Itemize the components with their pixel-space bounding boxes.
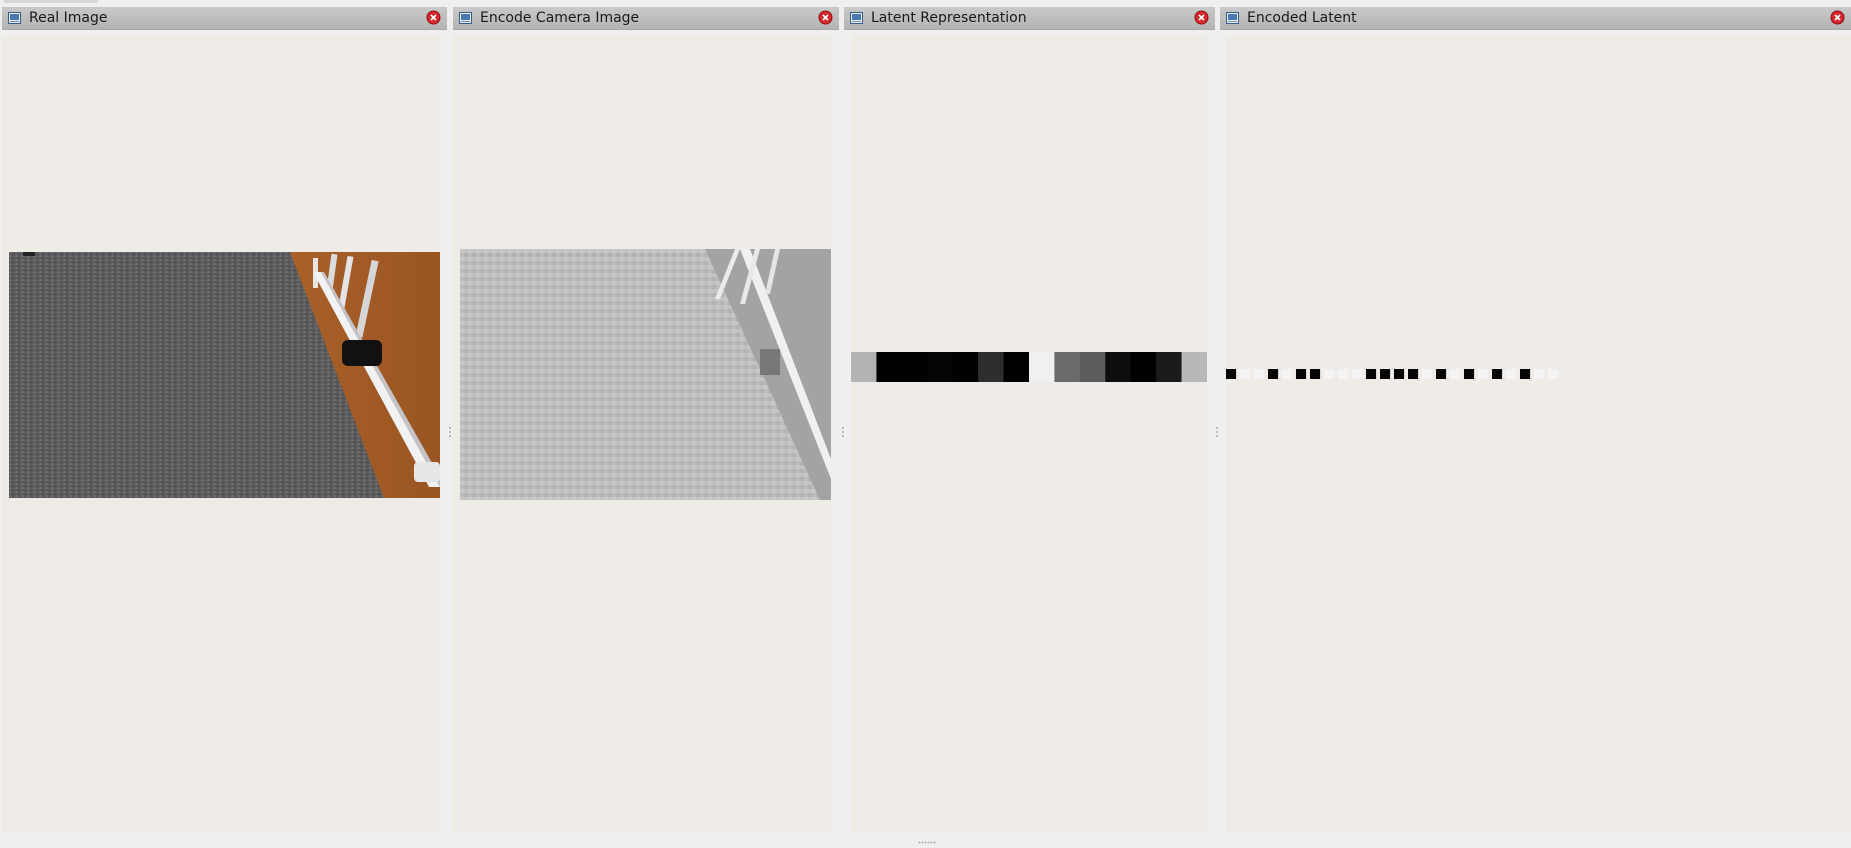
encoded-latent-strip [1226,369,1559,379]
close-icon[interactable] [818,10,833,25]
panel-titlebar[interactable]: Encode Camera Image [453,7,839,30]
encoded-cell [1324,369,1335,379]
image-view-area [453,35,831,832]
panel-titlebar[interactable]: Latent Representation [844,7,1215,30]
encoded-cell [1436,369,1447,379]
encoded-cell [1380,369,1391,379]
image-view-icon [8,12,21,24]
encoded-cell [1450,369,1461,379]
encoded-cell [1240,369,1251,379]
top-tab-stub[interactable] [4,0,98,3]
panel-splitter[interactable] [1216,427,1219,439]
latent-cell [851,352,877,382]
encoded-cell [1422,369,1433,379]
latent-cell [1156,352,1183,382]
encoded-cell [1310,369,1321,379]
close-icon[interactable] [1830,10,1845,25]
latent-cell [1029,352,1055,382]
panel-title: Encoded Latent [1247,10,1357,26]
image-view-icon [850,12,863,24]
panel-title: Encode Camera Image [480,10,640,26]
latent-cell [1003,352,1030,382]
encoded-cell [1520,369,1531,379]
encoded-cell [1534,369,1545,379]
panel-title: Real Image [29,10,108,26]
latent-cell [1181,352,1207,382]
latent-cell [952,352,979,382]
encoded-cell [1464,369,1475,379]
latent-cell [901,352,928,382]
latent-cell [1105,352,1132,382]
latent-cell [1130,352,1157,382]
latent-cell [1079,352,1106,382]
image-view-area [2,35,440,832]
encoded-cell [1506,369,1517,379]
encoded-cell [1296,369,1307,379]
bottom-resize-grip[interactable] [918,841,936,844]
panel-splitter[interactable] [449,427,452,439]
encoded-cell [1408,369,1419,379]
panel-titlebar[interactable]: Encoded Latent [1220,7,1851,30]
image-view-area [1226,35,1851,832]
panel-title: Latent Representation [871,10,1027,26]
encoded-cell [1478,369,1489,379]
close-icon[interactable] [426,10,441,25]
panel-encode-camera-image: Encode Camera Image [453,7,844,832]
encoded-cell [1254,369,1265,379]
image-view-icon [459,12,472,24]
real-camera-image [9,252,440,498]
encoded-cell [1366,369,1377,379]
latent-cell [1054,352,1081,382]
latent-cell [978,352,1005,382]
encoded-cell [1338,369,1349,379]
latent-cell [876,352,903,382]
encoded-cell [1548,369,1559,379]
encoded-cell [1352,369,1363,379]
rqt-image-views-window: Real Image Encode Camera Image Latent Re… [0,0,1851,848]
latent-cell [927,352,954,382]
encoded-cell [1492,369,1503,379]
image-view-icon [1226,12,1239,24]
latent-representation-strip [851,352,1207,382]
panel-encoded-latent: Encoded Latent [1220,7,1851,832]
encoded-cell [1282,369,1293,379]
encoded-cell [1226,369,1237,379]
panel-real-image: Real Image [2,7,451,832]
encoded-cell [1394,369,1405,379]
panel-titlebar[interactable]: Real Image [2,7,447,30]
close-icon[interactable] [1194,10,1209,25]
encoded-cell [1268,369,1279,379]
encoded-camera-image [460,249,831,500]
panel-latent-representation: Latent Representation [844,7,1218,832]
image-view-area [851,35,1207,832]
